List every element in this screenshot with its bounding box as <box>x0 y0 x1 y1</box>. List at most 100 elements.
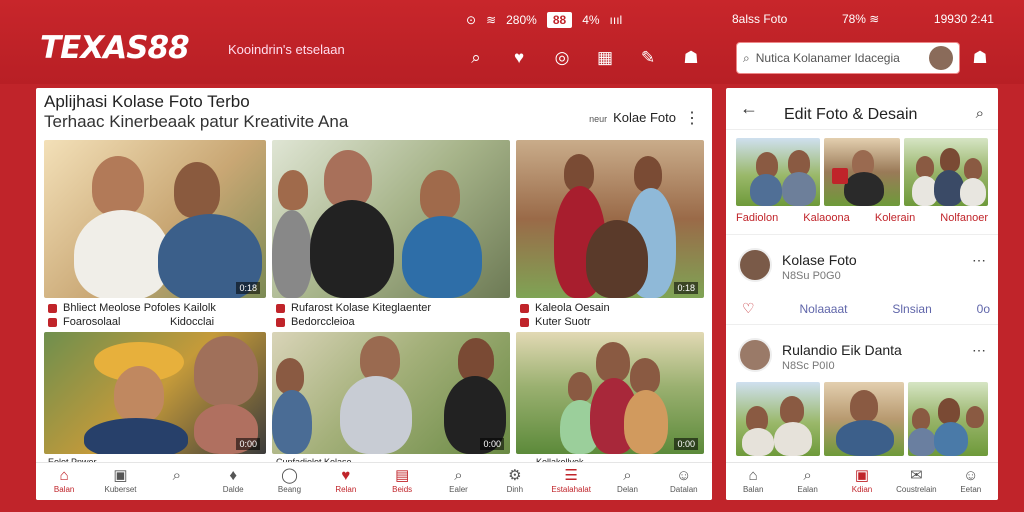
photo-tile[interactable]: 0:00 <box>272 332 510 454</box>
more-icon[interactable]: ⋮ <box>684 108 700 128</box>
action-link[interactable]: Slnsian <box>892 302 931 316</box>
pin-icon[interactable]: ♥ <box>505 44 533 72</box>
photo-tile[interactable] <box>272 140 510 298</box>
nav-item[interactable]: ⚙ Dinh <box>491 467 539 494</box>
photo-tile[interactable]: 0:18 <box>44 140 266 298</box>
status-item: ≋ <box>486 13 497 27</box>
photo-tile[interactable] <box>824 138 900 206</box>
nav-item[interactable]: ✉ Coustrelain <box>892 467 940 494</box>
section-prefix: neur <box>589 114 608 124</box>
post-meta: N8Su P0G0 <box>782 270 841 282</box>
more-icon[interactable]: ⋯ <box>972 342 986 359</box>
photo-tile[interactable] <box>908 382 988 456</box>
photo-tile[interactable] <box>824 382 904 456</box>
tile-caption[interactable]: Bedorccleioa <box>276 316 355 329</box>
tag-link[interactable]: Kalaoona <box>803 212 850 224</box>
duration-badge: 0:00 <box>480 438 504 450</box>
avatar[interactable] <box>738 248 772 282</box>
photo-tile[interactable] <box>736 138 820 206</box>
page-subtitle: Terhaac Kinerbeaak patur Kreativite Ana <box>44 112 349 131</box>
nav-item[interactable]: ⌕ Ealan <box>784 467 832 494</box>
nav-icon: ▣ <box>113 467 128 484</box>
grid-icon[interactable]: ▦ <box>591 44 619 72</box>
video-icon[interactable]: ✎ <box>634 44 662 72</box>
nav-item[interactable]: ▣ Kdian <box>838 467 886 494</box>
search-placeholder: Nutica Kolanamer Idacegia <box>755 51 900 65</box>
panel-header: ← Edit Foto & Desain ⌕ <box>726 88 998 130</box>
divider <box>726 324 998 325</box>
search-icon: ⌕ <box>743 50 750 65</box>
photo-tile[interactable] <box>736 382 820 456</box>
tile-caption[interactable]: Bhliect Meolose Pofoles Kailolk <box>48 302 216 315</box>
section-label-text: Kolae Foto <box>613 110 676 125</box>
nav-item[interactable]: ▣ Kuberset <box>97 467 145 494</box>
tile-caption[interactable]: Kaleola Oesain <box>520 302 610 315</box>
nav-item[interactable]: ⌂ Balan <box>729 467 777 494</box>
profile-icon[interactable]: ☗ <box>677 44 705 72</box>
nav-item[interactable]: ♥ Relan <box>322 467 370 494</box>
search-input[interactable]: ⌕ Nutica Kolanamer Idacegia <box>736 42 960 74</box>
nav-icon: ◯ <box>281 467 298 484</box>
nav-icon: ⌂ <box>59 467 69 484</box>
status-item: ıııl <box>609 13 623 27</box>
nav-label: Eetan <box>960 485 982 494</box>
nav-item[interactable]: ▤ Beids <box>378 467 426 494</box>
nav-item[interactable]: ⌕ <box>153 467 201 485</box>
tag-link[interactable]: Kolerain <box>875 212 915 224</box>
status-item: 280% <box>506 13 537 27</box>
photo-tile[interactable]: 0:18 <box>516 140 704 298</box>
status-item: 4% <box>582 13 600 27</box>
nav-label: Balan <box>742 485 764 494</box>
photo-tile[interactable] <box>904 138 988 206</box>
nav-label: Dalde <box>222 485 244 494</box>
avatar[interactable] <box>929 46 953 70</box>
tile-caption[interactable]: Rufarost Kolase Kiteglaenter <box>276 302 431 315</box>
nav-item[interactable]: ⌕ Ealer <box>435 467 483 494</box>
nav-item[interactable]: ☰ Estalahalat <box>547 467 595 494</box>
camera-icon[interactable]: ◎ <box>548 44 576 72</box>
avatar[interactable] <box>738 338 772 372</box>
edit-panel: ← Edit Foto & Desain ⌕ Fadiolon Kalaoona… <box>726 88 998 500</box>
search-icon[interactable]: ⌕ <box>462 44 490 72</box>
nav-icon: ⚙ <box>508 467 522 484</box>
section-label[interactable]: neur Kolae Foto <box>589 110 676 125</box>
more-icon[interactable]: ⋯ <box>972 252 986 269</box>
action-link[interactable]: Nolaaaat <box>799 302 847 316</box>
post-actions: ♡ Nolaaaat Slnsian 0o <box>742 300 990 317</box>
notification-icon[interactable]: ☗ <box>968 44 992 72</box>
nav-item[interactable]: ◯ Beang <box>266 467 314 494</box>
nav-item[interactable]: ☺ Datalan <box>660 467 708 494</box>
nav-item[interactable]: ♦ Dalde <box>209 467 257 494</box>
app-header: TEXAS88 Kooindrin's etselaan ⊙ ≋ 280% 88… <box>0 0 1024 84</box>
search-icon[interactable]: ⌕ <box>976 105 984 122</box>
bottom-nav: ⌂ Balan ▣ Kuberset ⌕ ♦ Dalde ◯ Beang ♥ Relan ▤ Beids… <box>36 462 712 500</box>
nav-item[interactable]: ⌂ Balan <box>40 467 88 494</box>
like-icon[interactable]: ♡ <box>742 300 755 317</box>
nav-icon: ▣ <box>854 467 870 484</box>
photo-tile[interactable]: 0:00 <box>44 332 266 454</box>
panel-title: Edit Foto & Desain <box>784 106 918 123</box>
tile-caption[interactable]: Foarosolaal <box>48 316 120 329</box>
tag-row: Fadiolon Kalaoona Kolerain Nolfanoer <box>736 212 988 224</box>
nav-icon: ⌂ <box>748 467 758 484</box>
post-author[interactable]: Kolase Foto <box>782 252 857 268</box>
status-item: 78% ≋ <box>841 12 880 26</box>
tag-link[interactable]: Fadiolon <box>736 212 778 224</box>
nav-icon: ☺ <box>676 467 692 484</box>
status-bar-left: ⊙ ≋ 280% 88 4% ıııl <box>466 12 622 28</box>
tile-caption[interactable]: Kuter Suotr <box>520 316 591 329</box>
nav-icon: ⌕ <box>623 467 632 484</box>
nav-label: Estalahalat <box>551 485 591 494</box>
nav-item[interactable]: ☺ Eetan <box>947 467 995 494</box>
brand-logo[interactable]: TEXAS88 <box>40 30 190 66</box>
photo-tile[interactable]: 0:00 <box>516 332 704 454</box>
post-author[interactable]: Rulandio Eik Danta <box>782 342 902 358</box>
back-arrow-icon[interactable]: ← <box>740 98 758 119</box>
status-item: ⊙ <box>466 13 477 27</box>
nav-item[interactable]: ⌕ Delan <box>604 467 652 494</box>
tag-link[interactable]: Nolfanoer <box>940 212 988 224</box>
nav-label: Delan <box>617 485 638 494</box>
duration-badge: 0:00 <box>236 438 260 450</box>
action-link[interactable]: 0o <box>977 302 990 316</box>
status-item: 8alss Foto <box>732 12 788 26</box>
